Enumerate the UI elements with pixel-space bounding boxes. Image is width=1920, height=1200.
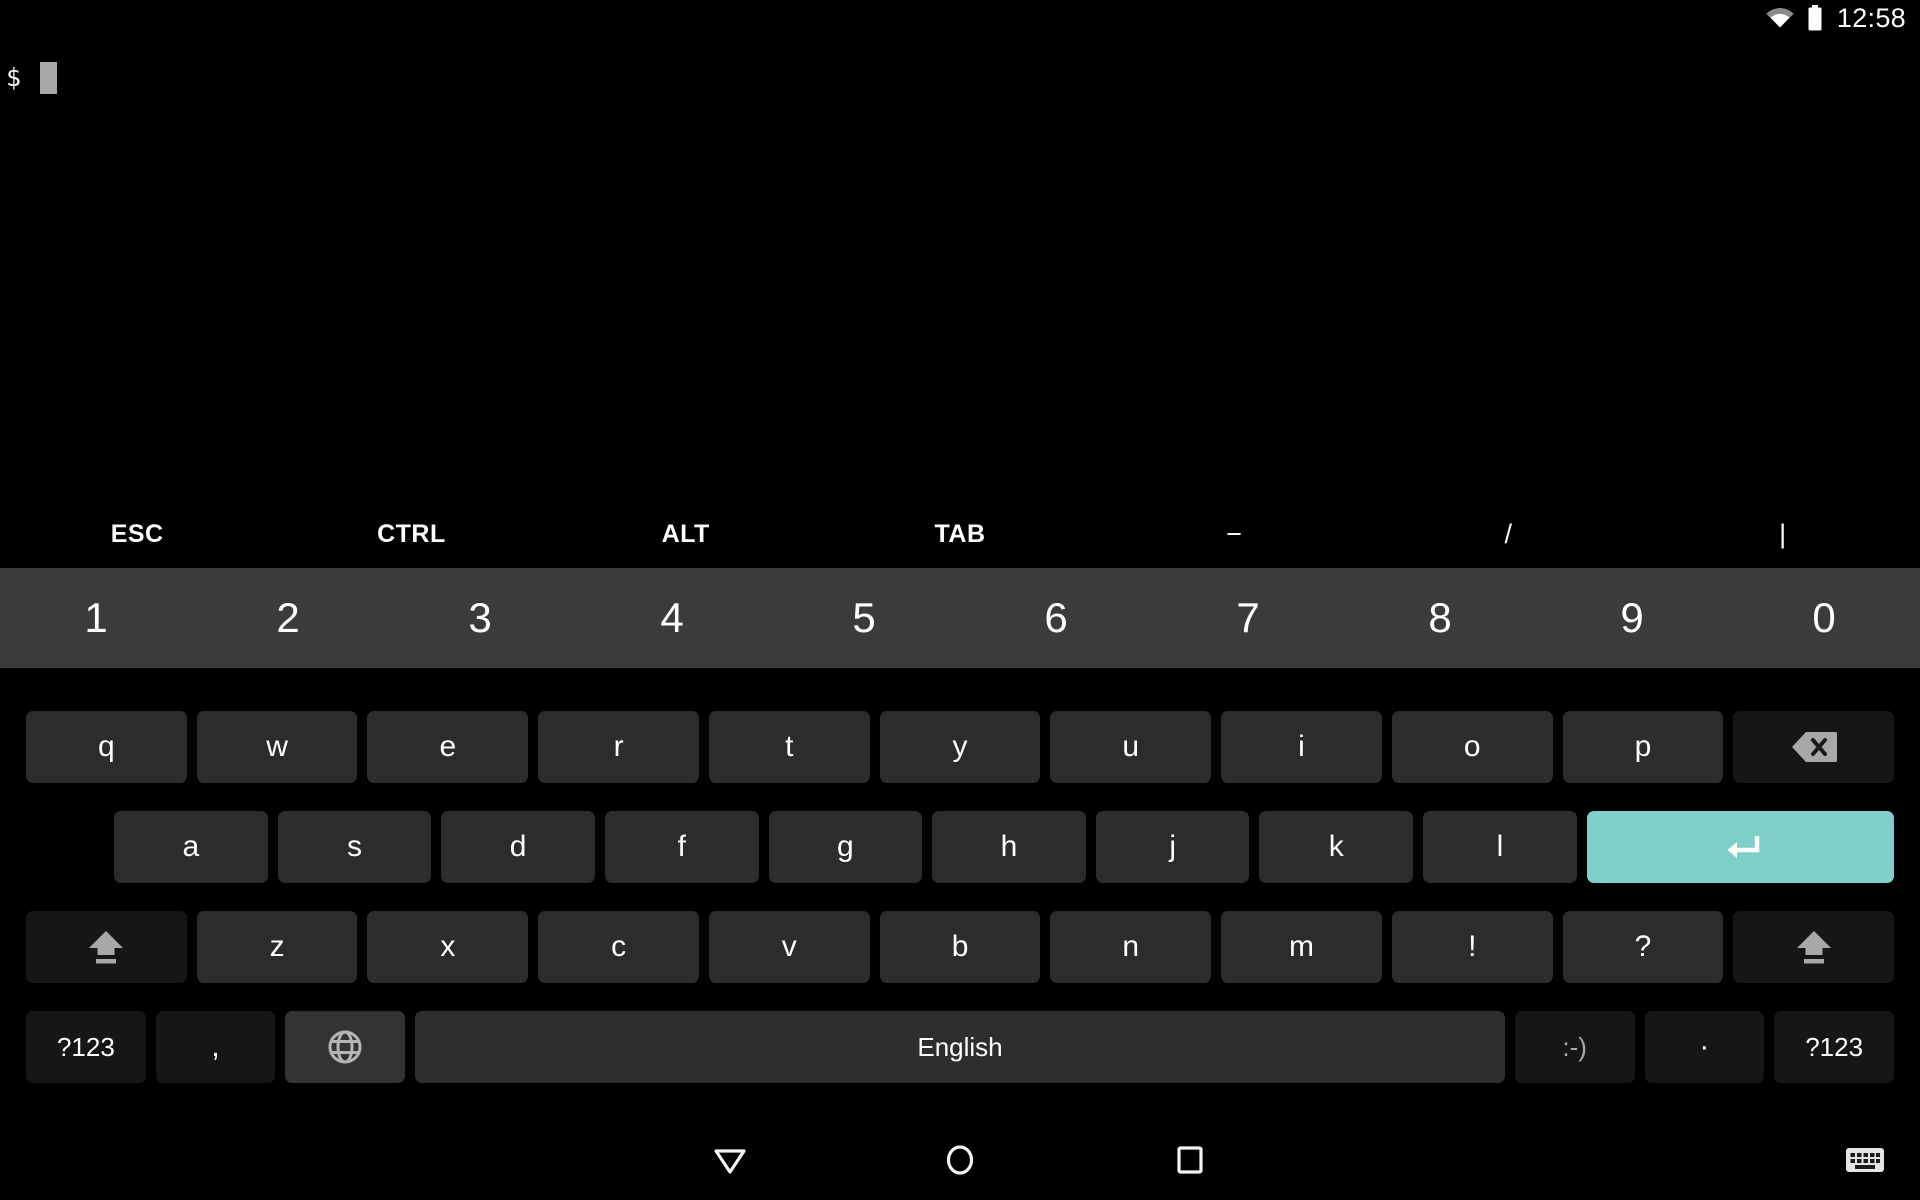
key-a[interactable]: a	[114, 811, 268, 883]
nav-recents-button[interactable]	[1100, 1124, 1280, 1200]
key-emoji[interactable]: :-)	[1514, 1011, 1635, 1083]
key-p[interactable]: p	[1562, 711, 1724, 783]
key-language-switch[interactable]	[285, 1011, 406, 1083]
key-u[interactable]: u	[1050, 711, 1212, 783]
extra-key-row: ESC CTRL ALT TAB − / |	[0, 501, 1920, 568]
key-v[interactable]: v	[708, 911, 870, 983]
key-symbols-left[interactable]: ?123	[26, 1011, 146, 1083]
key-i[interactable]: i	[1221, 711, 1382, 783]
number-key-row: 1 2 3 4 5 6 7 8 9 0	[0, 568, 1920, 668]
soft-keyboard: q w e r t y u i o p a s d f g h j k l z …	[0, 672, 1920, 1124]
key-enter[interactable]	[1586, 811, 1895, 883]
key-z[interactable]: z	[196, 911, 358, 983]
key-pipe[interactable]: |	[1646, 501, 1920, 568]
key-slash[interactable]: /	[1371, 501, 1645, 568]
home-circle-icon	[943, 1143, 977, 1182]
key-q[interactable]: q	[26, 711, 187, 783]
key-b[interactable]: b	[879, 911, 1041, 983]
key-symbols-right[interactable]: ?123	[1774, 1011, 1894, 1083]
key-7[interactable]: 7	[1152, 568, 1344, 668]
wifi-icon	[1765, 6, 1795, 30]
nav-keyboard-switch-button[interactable]	[1820, 1124, 1910, 1200]
keyboard-icon	[1845, 1145, 1885, 1180]
keyboard-row-a: a s d f g h j k l	[0, 798, 1920, 896]
key-g[interactable]: g	[768, 811, 923, 883]
key-m[interactable]: m	[1221, 911, 1382, 983]
terminal-output-area[interactable]: $	[0, 36, 1920, 501]
status-bar: 12:58	[0, 0, 1920, 36]
key-0[interactable]: 0	[1728, 568, 1920, 668]
key-minus[interactable]: −	[1097, 501, 1371, 568]
key-tab[interactable]: TAB	[823, 501, 1097, 568]
key-h[interactable]: h	[932, 811, 1086, 883]
key-2[interactable]: 2	[192, 568, 384, 668]
key-l[interactable]: l	[1423, 811, 1577, 883]
shift-icon	[85, 927, 127, 967]
key-f[interactable]: f	[604, 811, 759, 883]
key-o[interactable]: o	[1391, 711, 1553, 783]
key-x[interactable]: x	[367, 911, 529, 983]
key-r[interactable]: r	[538, 711, 699, 783]
key-shift-left[interactable]	[26, 911, 187, 983]
key-e[interactable]: e	[367, 711, 529, 783]
key-d[interactable]: d	[441, 811, 595, 883]
keyboard-row-z: z x c v b n m ! ?	[0, 898, 1920, 996]
key-question[interactable]: ?	[1562, 911, 1724, 983]
key-exclamation[interactable]: !	[1391, 911, 1553, 983]
key-1[interactable]: 1	[0, 568, 192, 668]
key-j[interactable]: j	[1095, 811, 1250, 883]
battery-icon	[1807, 5, 1823, 31]
key-comma[interactable]: ,	[155, 1011, 276, 1083]
back-triangle-icon	[713, 1145, 747, 1180]
key-alt[interactable]: ALT	[549, 501, 823, 568]
recents-square-icon	[1175, 1144, 1205, 1181]
key-backspace[interactable]	[1733, 711, 1895, 783]
key-9[interactable]: 9	[1536, 568, 1728, 668]
keyboard-row-bottom: ?123 , English :-) · ?123	[0, 998, 1920, 1096]
key-ctrl[interactable]: CTRL	[274, 501, 548, 568]
key-8[interactable]: 8	[1344, 568, 1536, 668]
key-4[interactable]: 4	[576, 568, 768, 668]
key-period[interactable]: ·	[1644, 1011, 1765, 1083]
key-shift-right[interactable]	[1733, 911, 1895, 983]
key-6[interactable]: 6	[960, 568, 1152, 668]
nav-home-button[interactable]	[870, 1124, 1050, 1200]
backspace-icon	[1791, 730, 1837, 764]
android-screen: 12:58 $ ESC CTRL ALT TAB − / | 1 2 3 4 5…	[0, 0, 1920, 1200]
keyboard-row-q: q w e r t y u i o p	[0, 698, 1920, 796]
key-3[interactable]: 3	[384, 568, 576, 668]
terminal-prompt-line: $	[6, 62, 1920, 94]
block-cursor	[40, 62, 58, 94]
key-space[interactable]: English	[415, 1011, 1505, 1083]
android-navigation-bar	[0, 1124, 1920, 1200]
enter-arrow-icon	[1719, 832, 1761, 862]
globe-icon	[326, 1028, 364, 1066]
shift-icon	[1793, 927, 1835, 967]
key-w[interactable]: w	[196, 711, 358, 783]
key-n[interactable]: n	[1050, 911, 1212, 983]
key-c[interactable]: c	[538, 911, 699, 983]
terminal-prompt-symbol: $	[6, 63, 22, 92]
nav-back-button[interactable]	[640, 1124, 820, 1200]
key-t[interactable]: t	[708, 711, 870, 783]
key-k[interactable]: k	[1259, 811, 1414, 883]
key-esc[interactable]: ESC	[0, 501, 274, 568]
status-bar-clock: 12:58	[1836, 2, 1906, 33]
key-y[interactable]: y	[879, 711, 1041, 783]
key-s[interactable]: s	[277, 811, 432, 883]
key-5[interactable]: 5	[768, 568, 960, 668]
